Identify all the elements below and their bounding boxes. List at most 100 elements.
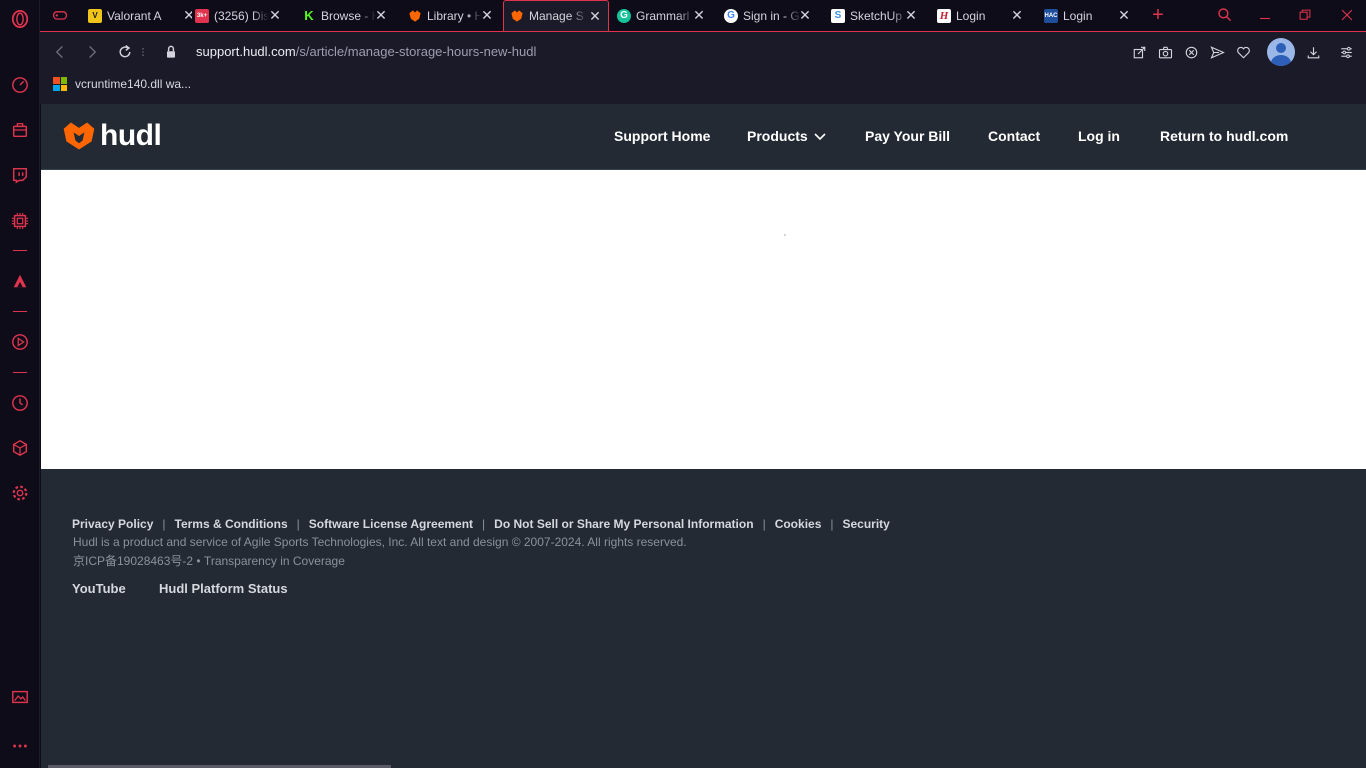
gamepad-icon[interactable] (50, 5, 70, 25)
nav-contact[interactable]: Contact (988, 128, 1040, 144)
download-icon[interactable] (1304, 43, 1322, 61)
hardware-chip-icon[interactable] (9, 210, 31, 232)
close-icon[interactable]: ✕ (904, 7, 918, 24)
tab-search-icon[interactable] (1215, 5, 1235, 25)
speedometer-icon[interactable] (9, 74, 31, 96)
history-clock-icon[interactable] (9, 392, 31, 414)
close-icon[interactable]: ✕ (588, 8, 602, 25)
ad-blocker-icon[interactable] (1182, 43, 1200, 61)
back-icon[interactable] (50, 42, 70, 62)
profile-avatar[interactable] (1267, 38, 1295, 66)
nav-log-in[interactable]: Log in (1078, 128, 1120, 144)
google-favicon-icon: G (724, 8, 738, 23)
player-icon[interactable] (9, 331, 31, 353)
nav-return-to-hudl[interactable]: Return to hudl.com (1160, 128, 1288, 144)
close-icon[interactable]: ✕ (480, 7, 494, 24)
tab-close-button[interactable]: ✕ (1117, 0, 1135, 31)
tab-google-sign-in[interactable]: G Sign in - G (718, 0, 802, 31)
tab-close-button[interactable]: ✕ (1010, 0, 1028, 31)
briefcase-icon[interactable] (9, 119, 31, 141)
close-window-icon[interactable] (1337, 5, 1357, 25)
url-path: /s/article/manage-storage-hours-new-hudl (295, 44, 537, 59)
tab-discord[interactable]: 3k+ (3256) Dis (189, 0, 269, 31)
footer-copyright: Hudl is a product and service of Agile S… (73, 535, 687, 549)
tab-close-button[interactable]: ✕ (268, 0, 286, 31)
article-content-area (41, 170, 1366, 469)
send-icon[interactable] (1208, 43, 1226, 61)
tab-close-button[interactable]: ✕ (692, 0, 710, 31)
nav-label: Support Home (614, 128, 711, 144)
site-info-dots-icon[interactable] (139, 42, 147, 62)
gallery-image-icon[interactable] (9, 686, 31, 708)
footer-links: Privacy Policy | Terms & Conditions | So… (72, 517, 890, 531)
tab-hudl-library[interactable]: Library • H (402, 0, 482, 31)
kick-favicon-icon: K (302, 8, 316, 23)
share-icon[interactable] (1130, 43, 1148, 61)
login-favicon-icon: H (937, 8, 951, 23)
twitch-icon[interactable] (9, 164, 31, 186)
tab-close-button[interactable]: ✕ (374, 0, 392, 31)
close-icon[interactable]: ✕ (1010, 7, 1024, 24)
more-options-icon[interactable] (9, 735, 31, 757)
camera-snapshot-icon[interactable] (1156, 43, 1174, 61)
footer-link-security[interactable]: Security (843, 517, 890, 531)
bookmark-item[interactable]: vcruntime140.dll wa... (53, 77, 191, 91)
close-icon[interactable]: ✕ (692, 7, 706, 24)
reload-icon[interactable] (115, 42, 135, 62)
url-host: support.hudl.com (196, 44, 296, 59)
tab-grammarly[interactable]: G Grammarl (611, 0, 695, 31)
settings-gear-icon[interactable] (9, 482, 31, 504)
bookmarks-bar: vcruntime140.dll wa... (40, 71, 1366, 104)
footer-icp-line: 京ICP备19028463号-2 • Transparency in Cover… (73, 554, 345, 568)
restore-window-icon[interactable] (1295, 5, 1315, 25)
footer-separator: | (762, 517, 766, 531)
footer-separator: | (482, 517, 486, 531)
sidebar-separator (13, 372, 27, 373)
easy-setup-sliders-icon[interactable] (1337, 43, 1355, 61)
footer-link-software-license[interactable]: Software License Agreement (309, 517, 473, 531)
nav-pay-bill[interactable]: Pay Your Bill (865, 128, 950, 144)
close-icon[interactable]: ✕ (798, 7, 812, 24)
footer-link-terms[interactable]: Terms & Conditions (175, 517, 288, 531)
tab-kick[interactable]: K Browse - K (296, 0, 376, 31)
grammarly-favicon-icon: G (617, 8, 631, 23)
web-page: hudl Support Home Products Pay Your Bill… (41, 104, 1366, 768)
nav-support-home[interactable]: Support Home (614, 128, 710, 144)
sidebar-separator (13, 250, 27, 251)
tab-sketchup[interactable]: S SketchUp (825, 0, 909, 31)
tab-strip: V Valorant A ✕ 3k+ (3256) Dis ✕ K Browse… (40, 0, 1366, 31)
footer-link-platform-status[interactable]: Hudl Platform Status (159, 581, 288, 596)
discord-favicon-icon: 3k+ (195, 8, 209, 23)
close-icon[interactable]: ✕ (374, 7, 388, 24)
tab-close-button[interactable]: ✕ (480, 0, 498, 31)
footer-link-privacy[interactable]: Privacy Policy (72, 517, 153, 531)
lock-icon[interactable] (161, 42, 181, 62)
new-tab-plus-icon[interactable]: + (1148, 4, 1168, 26)
hudl-footer: Privacy Policy | Terms & Conditions | So… (41, 469, 1366, 768)
tab-label: Sign in - G (743, 8, 800, 23)
footer-link-cookies[interactable]: Cookies (775, 517, 822, 531)
tab-hudl-manage-storage[interactable]: Manage S ✕ (503, 0, 609, 31)
close-icon[interactable]: ✕ (1117, 7, 1131, 24)
close-icon[interactable]: ✕ (268, 7, 282, 24)
tab-close-button[interactable]: ✕ (798, 0, 816, 31)
opera-sidebar (0, 0, 40, 768)
nav-products[interactable]: Products (747, 128, 826, 144)
sidebar-separator (13, 311, 27, 312)
hudl-logo[interactable]: hudl (61, 119, 162, 153)
footer-link-youtube[interactable]: YouTube (72, 581, 126, 596)
minimize-icon[interactable] (1255, 5, 1275, 25)
tab-label: Grammarl (636, 8, 690, 23)
hudl-logo-mark-icon (63, 122, 95, 150)
aria-icon[interactable] (9, 270, 31, 292)
tab-label: SketchUp (850, 8, 903, 23)
forward-icon[interactable] (82, 42, 102, 62)
heart-bookmark-icon[interactable] (1234, 43, 1252, 61)
tab-valorant[interactable]: V Valorant A (82, 0, 182, 31)
footer-link-do-not-sell[interactable]: Do Not Sell or Share My Personal Informa… (494, 517, 753, 531)
tab-label: Manage S (529, 9, 584, 23)
url-field[interactable]: support.hudl.com/s/article/manage-storag… (196, 44, 536, 59)
cube-icon[interactable] (9, 437, 31, 459)
tab-close-button[interactable]: ✕ (904, 0, 922, 31)
opera-logo-icon[interactable] (9, 8, 31, 30)
